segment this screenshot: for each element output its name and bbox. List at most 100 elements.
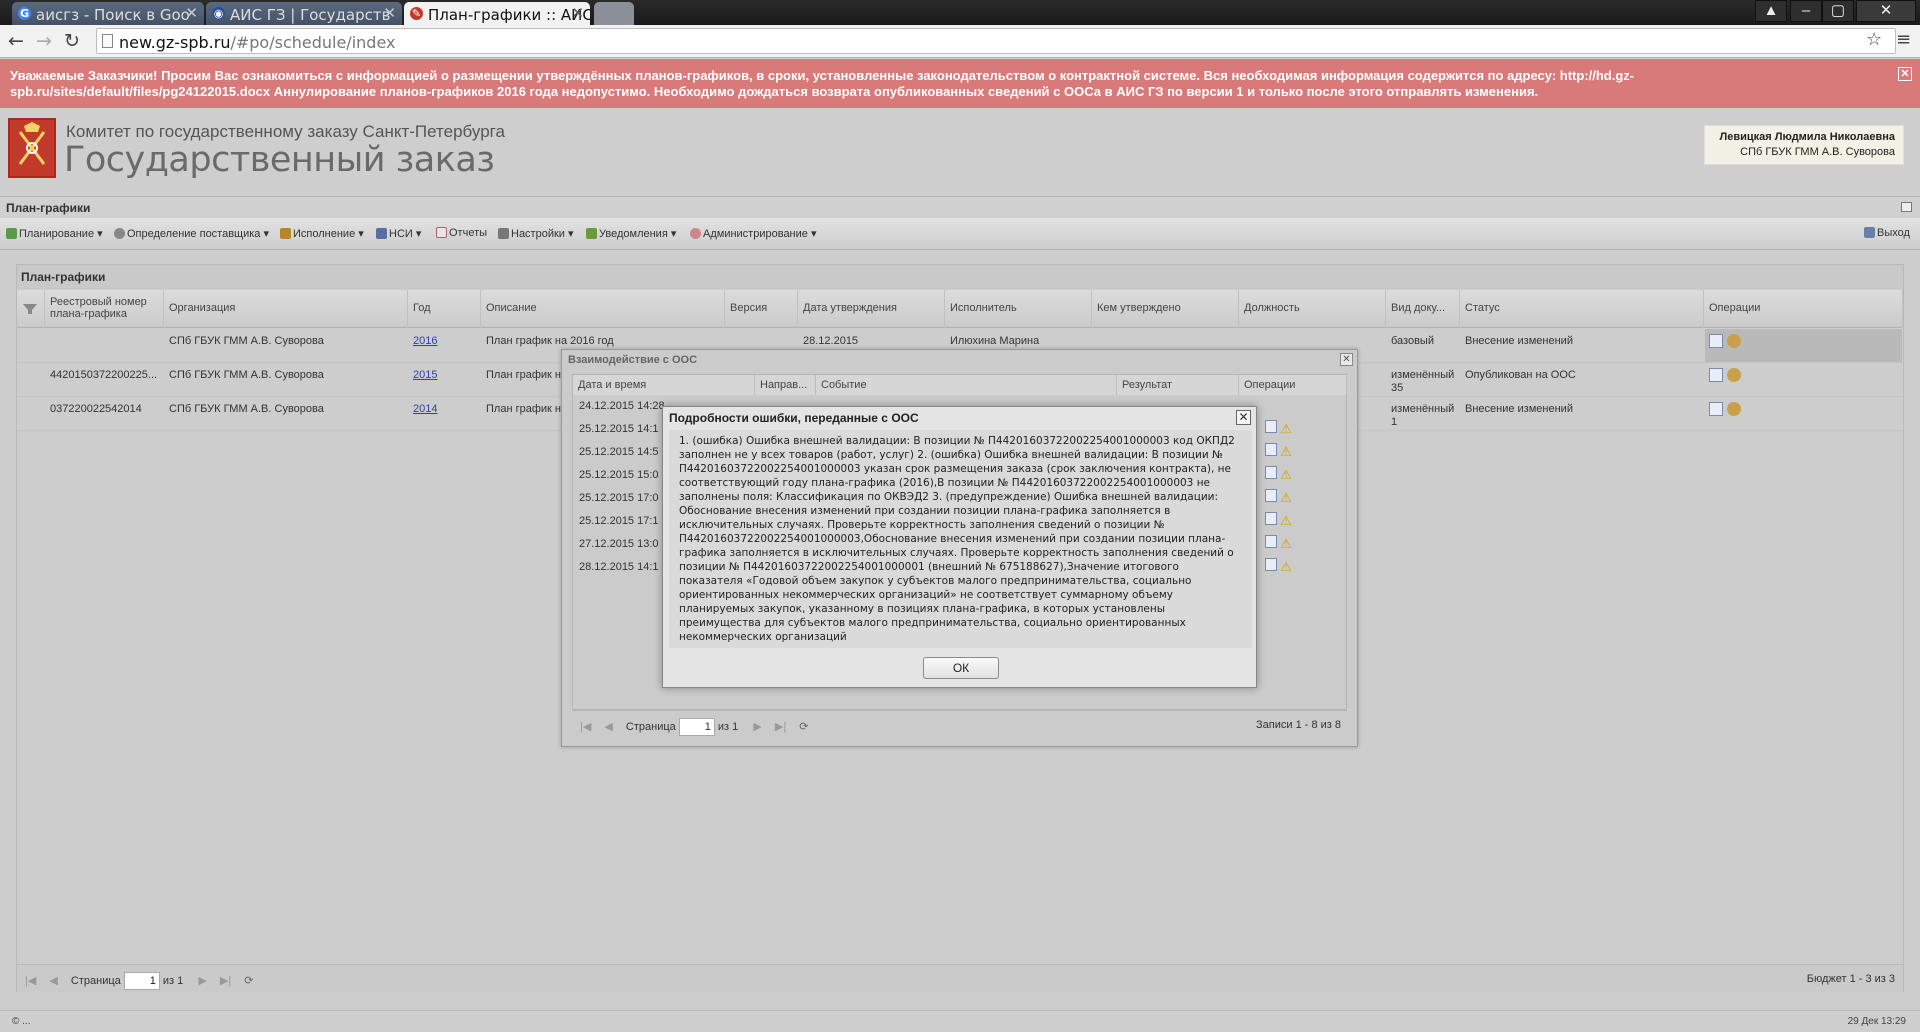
menu-notifications[interactable]: Уведомления ▾ — [586, 227, 676, 240]
minimize-icon[interactable]: – — [1790, 0, 1822, 22]
col-version[interactable]: Версия — [725, 290, 798, 328]
user-info[interactable]: Левицкая Людмила Николаевна СПб ГБУК ГММ… — [1704, 125, 1904, 165]
warning-icon[interactable]: ⚠ — [1280, 467, 1292, 482]
col-event[interactable]: Событие — [816, 375, 1117, 395]
refresh-icon[interactable]: ⟳ — [799, 720, 808, 733]
prev-page-icon[interactable]: ◀ — [604, 720, 612, 733]
list-item[interactable]: 25.12.2015 15:0 — [579, 469, 659, 481]
tab-title: АИС ГЗ | Государств — [230, 6, 391, 24]
new-tab-button[interactable] — [594, 2, 634, 25]
cell-status: Опубликован на ООС — [1465, 369, 1576, 381]
refresh-icon[interactable]: ⟳ — [244, 974, 253, 987]
col-reg-number[interactable]: Реестровый номер плана-графика — [45, 290, 164, 328]
list-item[interactable]: 25.12.2015 17:0 — [579, 492, 659, 504]
ok-button[interactable]: ОК — [923, 657, 999, 679]
col-approved-by[interactable]: Кем утверждено — [1092, 290, 1239, 328]
col-year[interactable]: Год — [408, 290, 481, 328]
warning-icon[interactable]: ⚠ — [1280, 490, 1292, 505]
document-icon[interactable] — [1265, 512, 1277, 525]
document-edit-icon[interactable] — [1709, 368, 1723, 382]
menu-settings[interactable]: Настройки ▾ — [498, 227, 574, 240]
close-tab-icon[interactable]: ✕ — [185, 4, 198, 22]
banner-close-icon[interactable]: ✕ — [1898, 67, 1912, 81]
browser-tab-2[interactable]: ◉ АИС ГЗ | Государств ✕ — [206, 2, 402, 25]
last-page-icon[interactable]: ▶| — [775, 720, 786, 733]
list-item[interactable]: 25.12.2015 14:5 — [579, 446, 659, 458]
next-page-icon[interactable]: ▶ — [198, 974, 206, 987]
maximize-icon[interactable]: ▢ — [1822, 0, 1854, 22]
warning-icon[interactable]: ⚠ — [1280, 421, 1292, 436]
dialog-close-icon[interactable]: ✕ — [1236, 410, 1251, 425]
warning-icon[interactable]: ⚠ — [1280, 536, 1292, 551]
col-status[interactable]: Статус — [1460, 290, 1704, 328]
col-operations[interactable]: Операции — [1239, 375, 1347, 395]
warning-icon[interactable]: ⚠ — [1280, 559, 1292, 574]
emblem-icon[interactable] — [1727, 334, 1741, 348]
filter-icon[interactable] — [17, 290, 45, 328]
col-position[interactable]: Должность — [1239, 290, 1386, 328]
menu-supplier[interactable]: Определение поставщика ▾ — [114, 227, 269, 240]
document-edit-icon[interactable] — [1709, 402, 1723, 416]
pager-summary: Записи 1 - 8 из 8 — [1256, 719, 1341, 731]
col-result[interactable]: Результат — [1117, 375, 1239, 395]
menu-icon[interactable]: ≡ — [1896, 29, 1911, 50]
col-doc-type[interactable]: Вид доку... — [1386, 290, 1460, 328]
back-arrow-icon[interactable]: ← — [8, 30, 24, 52]
exit-button[interactable]: Выход — [1864, 227, 1910, 239]
warning-icon[interactable]: ⚠ — [1280, 444, 1292, 459]
menu-admin[interactable]: Администрирование ▾ — [690, 227, 816, 240]
dialog-close-icon[interactable]: ✕ — [1340, 353, 1353, 366]
year-link[interactable]: 2014 — [413, 403, 437, 415]
col-direction[interactable]: Направ... — [755, 375, 816, 395]
menu-reports[interactable]: Отчеты — [436, 227, 487, 239]
emblem-icon[interactable] — [1727, 368, 1741, 382]
document-icon[interactable] — [1265, 558, 1277, 571]
document-icon[interactable] — [1265, 535, 1277, 548]
prev-page-icon[interactable]: ◀ — [49, 974, 57, 987]
browser-tab-3[interactable]: ✎ План-графики :: АИС ✕ — [404, 2, 590, 25]
document-edit-icon[interactable] — [1709, 334, 1723, 348]
emblem-icon[interactable] — [1727, 402, 1741, 416]
document-icon[interactable] — [1265, 420, 1277, 433]
user-profile-icon[interactable]: ▲ — [1755, 0, 1787, 22]
forward-arrow-icon[interactable]: → — [36, 30, 52, 52]
document-icon[interactable] — [1265, 489, 1277, 502]
col-approval-date[interactable]: Дата утверждения — [798, 290, 945, 328]
last-page-icon[interactable]: ▶| — [220, 974, 231, 987]
reload-icon[interactable]: ↻ — [64, 30, 80, 52]
menu-nsi[interactable]: НСИ ▾ — [376, 227, 421, 240]
col-operations[interactable]: Операции — [1704, 290, 1903, 328]
bookmark-star-icon[interactable]: ☆ — [1866, 29, 1882, 50]
notice-banner: Уважаемые Заказчики! Просим Вас ознакоми… — [0, 59, 1920, 108]
close-tab-icon[interactable]: ✕ — [383, 4, 396, 22]
window-close-icon[interactable]: ✕ — [1856, 0, 1916, 22]
first-page-icon[interactable]: |◀ — [25, 974, 36, 987]
list-item[interactable]: 25.12.2015 17:1 — [579, 515, 659, 527]
cell-executor: Илюхина Марина — [950, 335, 1040, 347]
collapse-icon[interactable] — [1901, 202, 1912, 212]
document-icon[interactable] — [1265, 443, 1277, 456]
page-input[interactable]: 1 — [123, 972, 160, 990]
next-page-icon[interactable]: ▶ — [753, 720, 761, 733]
menu-planning[interactable]: Планирование ▾ — [6, 227, 103, 240]
cell-doc-type: базовый — [1391, 335, 1434, 347]
year-link[interactable]: 2015 — [413, 369, 437, 381]
list-item[interactable]: 28.12.2015 14:1 — [579, 561, 659, 573]
year-link[interactable]: 2016 — [413, 335, 437, 347]
site-favicon-icon: ✎ — [410, 7, 423, 20]
list-item[interactable]: 24.12.2015 14:28 — [579, 400, 665, 412]
list-item[interactable]: 25.12.2015 14:1 — [579, 423, 659, 435]
document-icon[interactable] — [1265, 466, 1277, 479]
list-item[interactable]: 27.12.2015 13:0 — [579, 538, 659, 550]
first-page-icon[interactable]: |◀ — [580, 720, 591, 733]
url-input[interactable]: new.gz-spb.ru/#po/schedule/index — [96, 28, 1896, 54]
col-description[interactable]: Описание — [481, 290, 725, 328]
browser-tab-1[interactable]: G аисгз - Поиск в Goo ✕ — [12, 2, 204, 25]
page-input[interactable]: 1 — [678, 718, 715, 736]
menu-execution[interactable]: Исполнение ▾ — [280, 227, 364, 240]
col-datetime[interactable]: Дата и время — [573, 375, 755, 395]
col-executor[interactable]: Исполнитель — [945, 290, 1092, 328]
warning-icon[interactable]: ⚠ — [1280, 513, 1292, 528]
col-organization[interactable]: Организация — [164, 290, 408, 328]
close-tab-icon[interactable]: ✕ — [571, 4, 584, 22]
